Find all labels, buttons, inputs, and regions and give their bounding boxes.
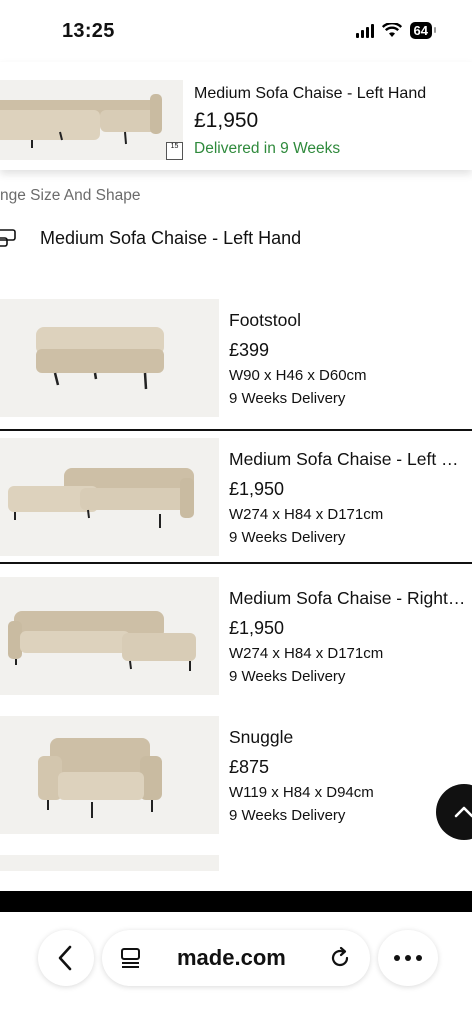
black-strip xyxy=(0,891,472,912)
product-name: Medium Sofa Chaise - Right Hand xyxy=(229,588,469,608)
divider xyxy=(0,562,472,564)
product-item-snuggle[interactable]: Snuggle £875 W119 x H84 x D94cm 9 Weeks … xyxy=(0,716,472,834)
more-options-button[interactable] xyxy=(378,930,438,986)
product-delivery: 9 Weeks Delivery xyxy=(229,390,346,407)
left-chaise-sofa-image xyxy=(0,438,219,556)
reader-icon xyxy=(121,948,140,968)
selected-product-delivery: Delivered in 9 Weeks xyxy=(194,140,341,157)
scroll-to-top-button[interactable] xyxy=(436,784,472,840)
product-name: Medium Sofa Chaise - Left Hand xyxy=(229,449,469,469)
product-dimensions: W90 x H46 x D60cm xyxy=(229,367,367,384)
product-image-partial xyxy=(0,855,219,871)
chevron-up-icon xyxy=(454,806,472,818)
badge-15: 15 xyxy=(166,142,183,160)
product-dimensions: W119 x H84 x D94cm xyxy=(229,784,374,801)
product-dimensions: W274 x H84 x D171cm xyxy=(229,506,384,523)
product-name: Snuggle xyxy=(229,727,294,747)
product-name: Footstool xyxy=(229,310,301,330)
url-text: made.com xyxy=(177,945,286,970)
ellipsis-icon xyxy=(394,955,422,961)
reload-icon[interactable] xyxy=(328,946,352,970)
product-item-right-chaise[interactable]: Medium Sofa Chaise - Right Hand £1,950 W… xyxy=(0,577,472,695)
product-item-footstool[interactable]: Footstool £399 W90 x H46 x D60cm 9 Weeks… xyxy=(0,299,472,417)
sofa-outline-icon xyxy=(0,229,16,247)
cellular-signal-icon xyxy=(355,23,374,38)
product-delivery: 9 Weeks Delivery xyxy=(229,807,346,824)
url-bar[interactable]: made.com xyxy=(102,930,370,986)
footstool-image xyxy=(0,299,219,417)
selected-product-price: £1,950 xyxy=(194,109,259,132)
divider xyxy=(0,429,472,431)
change-size-label: nge Size And Shape xyxy=(0,187,141,204)
selected-shape-label: Medium Sofa Chaise - Left Hand xyxy=(40,228,302,248)
battery-icon: 64 xyxy=(409,22,437,39)
product-price: £875 xyxy=(229,757,270,777)
product-delivery: 9 Weeks Delivery xyxy=(229,668,346,685)
status-bar: 13:25 64 xyxy=(0,0,472,60)
product-dimensions: W274 x H84 x D171cm xyxy=(229,645,384,662)
back-button[interactable] xyxy=(38,930,94,986)
product-delivery: 9 Weeks Delivery xyxy=(229,529,346,546)
selected-shape-row[interactable]: Medium Sofa Chaise - Left Hand xyxy=(0,220,472,260)
product-price: £1,950 xyxy=(229,479,285,499)
status-time: 13:25 xyxy=(62,20,115,42)
product-item-partial[interactable] xyxy=(0,855,472,871)
chevron-left-icon xyxy=(58,945,72,971)
selected-product-card[interactable]: 15 Medium Sofa Chaise - Left Hand £1,950… xyxy=(0,62,472,170)
product-price: £399 xyxy=(229,340,270,360)
selected-product-title: Medium Sofa Chaise - Left Hand xyxy=(194,85,427,102)
status-icons: 64 xyxy=(355,22,437,39)
snuggle-chair-image xyxy=(0,716,219,834)
wifi-icon xyxy=(381,23,402,37)
product-price: £1,950 xyxy=(229,618,285,638)
right-chaise-sofa-image xyxy=(0,577,219,695)
product-item-left-chaise[interactable]: Medium Sofa Chaise - Left Hand £1,950 W2… xyxy=(0,438,472,556)
browser-bottom-bar: made.com xyxy=(0,912,472,1024)
left-chaise-sofa-image xyxy=(0,80,183,160)
